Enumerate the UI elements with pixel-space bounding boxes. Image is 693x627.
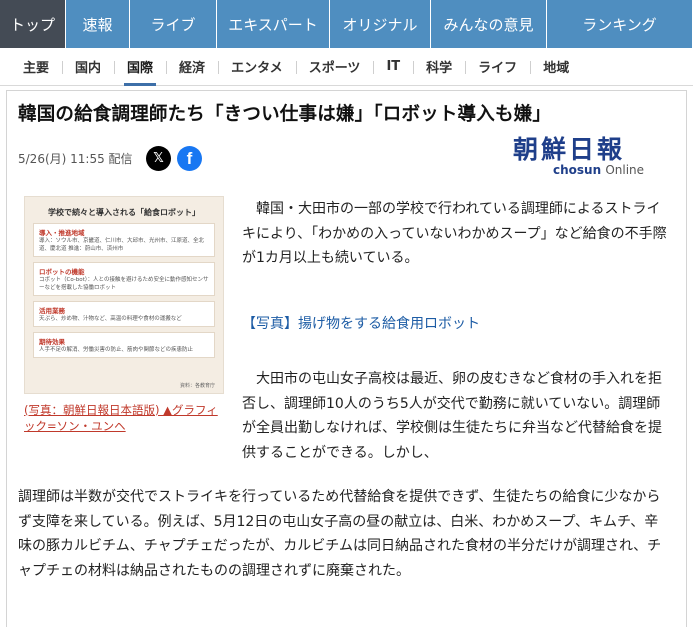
article-date: 5/26(月) 11:55 配信 (18, 152, 133, 166)
tab-top[interactable]: トップ (0, 0, 66, 48)
category-main[interactable]: 主要 (10, 48, 62, 86)
photo-caption-link[interactable]: (写真：朝鮮日報日本語版) ▲グラフィック=ソン・ユンヘ (24, 402, 229, 434)
article-paragraph: 韓国・大田市の一部の学校で行われている調理師によるストライキにより、「わかめの入… (242, 201, 667, 266)
article-paragraph-continued: 調理師は半数が交代でストライキを行っているため代替給食を提供できず、生徒たちの給… (18, 489, 662, 579)
share-x-button[interactable]: 𝕏 (146, 146, 171, 171)
photo-box-heading: 活用業務 (39, 307, 65, 315)
source-logo[interactable]: 朝鮮日報 chosun Online (513, 136, 645, 180)
photo-box: ロボットの機能 コボット（Co-bot）：人との接触を避けるため安全に動作感知セ… (33, 262, 215, 296)
photo-box: 導入・推進地域 導入：ソウル市、京畿道、仁川市、大邱市、光州市、江原道、全北道、… (33, 223, 215, 257)
photo-box-text: コボット（Co-bot）：人との接触を避けるため安全に動作感知センサーなどを搭載… (39, 277, 209, 291)
category-domestic[interactable]: 国内 (62, 48, 114, 86)
category-economy[interactable]: 経済 (166, 48, 218, 86)
top-navigation: トップ 速報 ライブ エキスパート オリジナル みんなの意見 ランキング (0, 0, 693, 48)
photo-box-heading: 期待効果 (39, 338, 65, 346)
photo-title: 学校で続々と導入される「給食ロボット」 (48, 208, 200, 217)
source-logo-online: Online (605, 163, 645, 177)
category-it[interactable]: IT (373, 48, 413, 86)
article-paragraph: 大田市の屯山女子高校は最近、卵の皮むきなど食材の手入れを拒否し、調理師10人のう… (242, 371, 662, 461)
photo-box-heading: 導入・推進地域 (39, 229, 85, 237)
tab-breaking[interactable]: 速報 (66, 0, 130, 48)
share-facebook-button[interactable]: f (177, 146, 202, 171)
facebook-icon: f (186, 148, 193, 168)
category-international[interactable]: 国際 (114, 48, 166, 86)
photo-box-text: 導入：ソウル市、京畿道、仁川市、大邱市、光州市、江原道、全北道、慶北道 推進：蔚… (39, 238, 205, 252)
category-local[interactable]: 地域 (530, 48, 582, 86)
photo-box: 期待効果 人手不足の解消、労働災害の防止、筋肉や関節などの疾患防止 (33, 332, 215, 358)
article-photo[interactable]: 学校で続々と導入される「給食ロボット」 導入・推進地域 導入：ソウル市、京畿道、… (24, 196, 224, 394)
category-navigation: 主要 国内 国際 経済 エンタメ スポーツ IT 科学 ライフ 地域 (0, 48, 693, 86)
photo-credit: 資料：各教育庁 (179, 383, 215, 389)
category-entertainment[interactable]: エンタメ (218, 48, 296, 86)
category-life[interactable]: ライフ (465, 48, 530, 86)
photo-box-heading: ロボットの機能 (39, 268, 85, 276)
source-logo-en: chosun Online (553, 163, 644, 177)
category-sports[interactable]: スポーツ (295, 48, 374, 86)
photo-box-text: 天ぷら、炒め物、汁物など、高温の料理や食材の運搬など (39, 316, 182, 322)
category-science[interactable]: 科学 (413, 48, 465, 86)
article-headline: 韓国の給食調理師たち「きつい仕事は嫌」「ロボット導入も嫌」 (18, 104, 552, 125)
tab-original[interactable]: オリジナル (330, 0, 431, 48)
photo-box: 活用業務 天ぷら、炒め物、汁物など、高温の料理や食材の運搬など (33, 301, 215, 327)
x-icon: 𝕏 (153, 151, 164, 166)
photo-gallery-link[interactable]: 【写真】揚げ物をする給食用ロボット (242, 313, 480, 333)
tab-live[interactable]: ライブ (130, 0, 217, 48)
tab-opinions[interactable]: みんなの意見 (431, 0, 547, 48)
tab-expert[interactable]: エキスパート (217, 0, 330, 48)
photo-box-text: 人手不足の解消、労働災害の防止、筋肉や関節などの疾患防止 (39, 347, 194, 353)
source-logo-chosun: chosun (553, 163, 602, 177)
tab-ranking[interactable]: ランキング (547, 0, 693, 48)
source-logo-kanji: 朝鮮日報 (513, 135, 626, 164)
